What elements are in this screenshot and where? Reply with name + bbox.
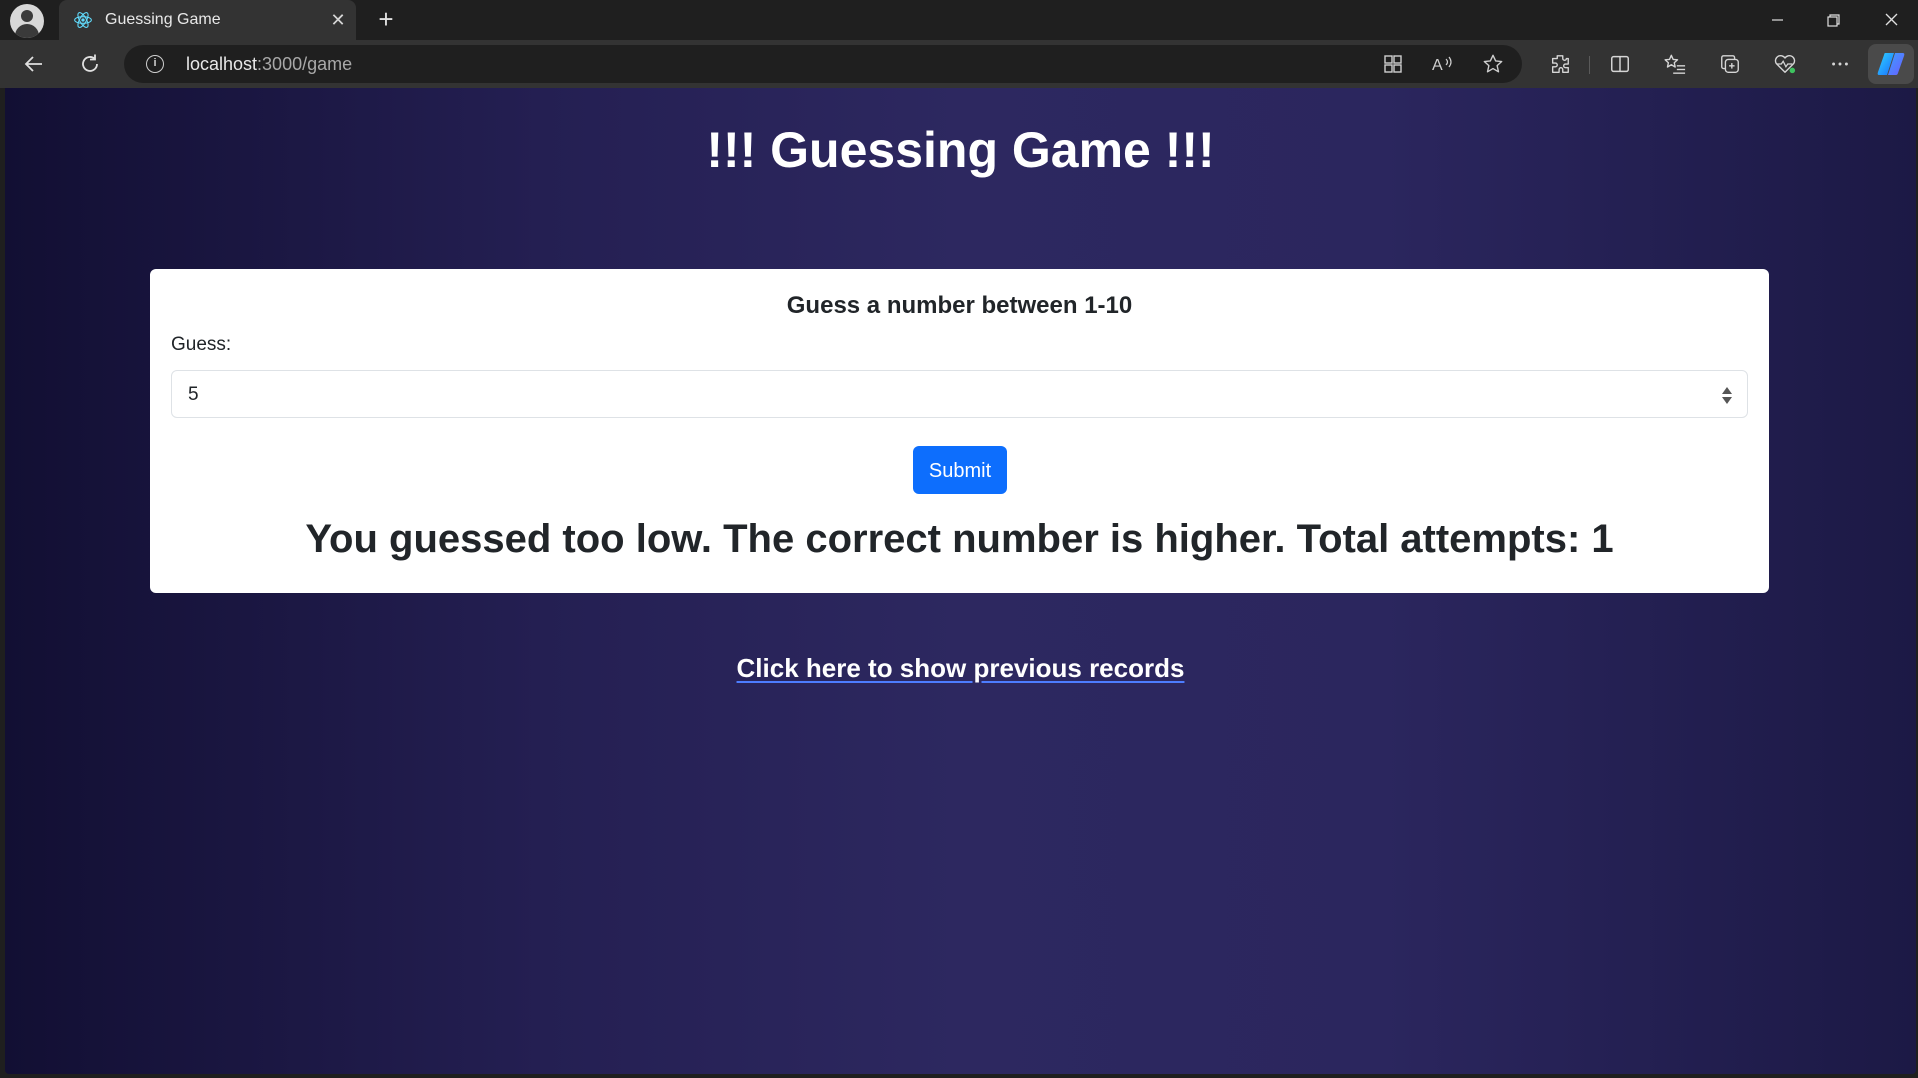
info-icon[interactable]: i <box>146 55 164 73</box>
copilot-icon[interactable] <box>1868 44 1914 84</box>
page-title: !!! Guessing Game !!! <box>706 122 1215 178</box>
collections-icon[interactable] <box>1715 50 1745 78</box>
close-window-icon[interactable] <box>1868 4 1914 36</box>
split-screen-icon[interactable] <box>1605 50 1635 78</box>
plus-icon[interactable]: + <box>372 6 400 34</box>
tab-strip: Guessing Game ✕ + <box>0 0 1918 40</box>
performance-icon[interactable] <box>1770 50 1800 78</box>
url-text[interactable]: localhost:3000/game <box>186 54 352 75</box>
toolbar-divider <box>1589 56 1590 74</box>
guess-input[interactable]: 5 <box>171 370 1748 418</box>
tab-title: Guessing Game <box>105 11 221 28</box>
card-heading: Guess a number between 1-10 <box>786 292 1133 319</box>
guess-value: 5 <box>188 384 199 405</box>
browser-toolbar: i localhost:3000/game A <box>0 40 1918 88</box>
favorites-icon[interactable] <box>1660 50 1690 78</box>
page-viewport: !!! Guessing Game !!! Guess a number bet… <box>5 88 1916 1074</box>
close-icon[interactable]: ✕ <box>327 9 349 31</box>
game-card: Guess a number between 1-10 Guess: 5 Sub… <box>150 269 1769 593</box>
refresh-icon[interactable] <box>72 48 108 80</box>
records-link-row: Click here to show previous records <box>5 650 1916 686</box>
restore-icon[interactable] <box>1810 4 1856 36</box>
guess-label: Guess: <box>171 334 232 355</box>
number-spinner[interactable] <box>1721 381 1733 409</box>
address-bar[interactable]: i localhost:3000/game A <box>124 45 1522 83</box>
spin-up-icon[interactable] <box>1722 386 1732 394</box>
tab-guessing-game[interactable]: Guessing Game ✕ <box>59 0 356 40</box>
extensions-icon[interactable] <box>1545 50 1575 78</box>
show-records-link[interactable]: Click here to show previous records <box>737 653 1185 683</box>
react-icon <box>74 12 92 28</box>
submit-button[interactable]: Submit <box>913 446 1007 494</box>
more-icon[interactable] <box>1825 50 1855 78</box>
read-aloud-icon[interactable]: A <box>1430 52 1456 76</box>
favorite-star-icon[interactable] <box>1480 52 1506 76</box>
back-icon[interactable] <box>16 48 52 80</box>
svg-text:A: A <box>1432 57 1443 74</box>
result-message: You guessed too low. The correct number … <box>305 517 1614 561</box>
profile-avatar[interactable] <box>10 4 44 38</box>
minimize-icon[interactable] <box>1754 4 1800 36</box>
spin-down-icon[interactable] <box>1722 396 1732 404</box>
app-grid-icon[interactable] <box>1380 52 1406 76</box>
